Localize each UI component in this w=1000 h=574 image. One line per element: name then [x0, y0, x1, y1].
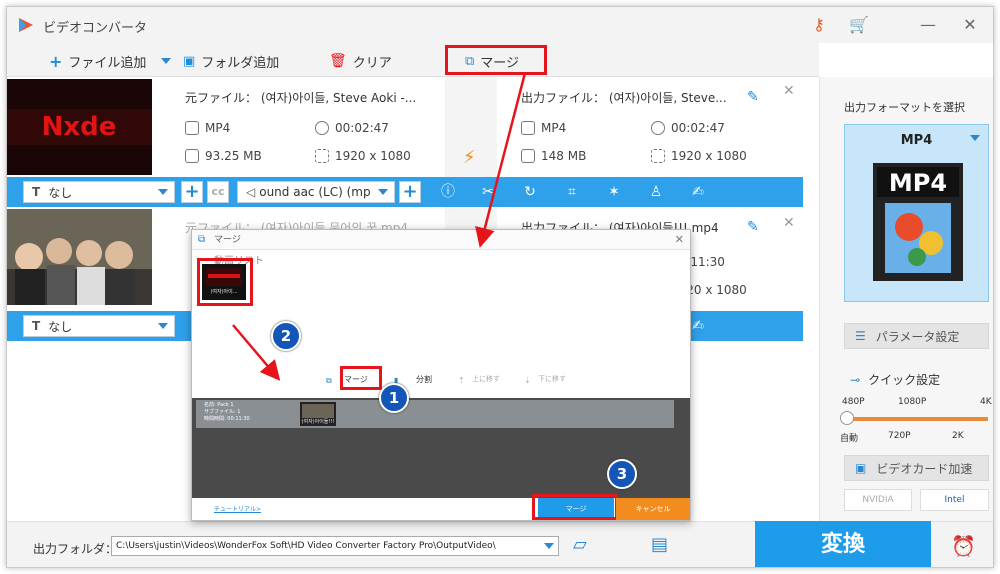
- step-badge-3: 3: [607, 459, 637, 489]
- annotation-arrows: [232, 72, 527, 381]
- app-window: ビデオコンバータ ⚷ 🛒 — ✕ + ファイル追加 ▣ フォルダ追加 🗑 クリア…: [6, 6, 994, 568]
- arrow-merge-to-dialog: [475, 72, 527, 248]
- step-badge-1: 1: [379, 383, 409, 413]
- step-badge-2: 2: [271, 321, 301, 351]
